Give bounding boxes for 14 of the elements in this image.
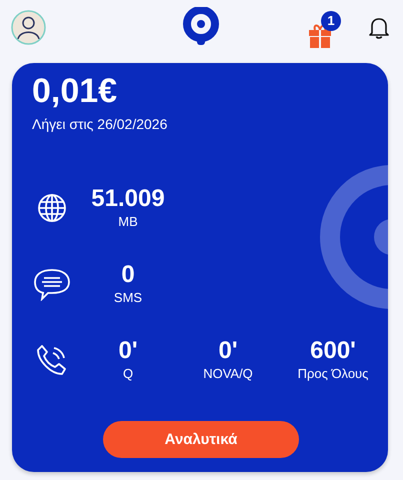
usage-value: 0 bbox=[121, 261, 135, 289]
usage-unit: Q bbox=[122, 365, 134, 383]
usage-value: 0' bbox=[218, 337, 238, 365]
notification-badge: 1 bbox=[321, 10, 341, 30]
usage-value: 51.009 bbox=[91, 185, 165, 213]
usage-value: 0' bbox=[118, 337, 138, 365]
usage-unit: SMS bbox=[114, 289, 142, 307]
usage-value: 600' bbox=[310, 337, 356, 365]
balance-amount: 0,01€ bbox=[32, 71, 118, 111]
details-button[interactable]: Αναλυτικά bbox=[103, 421, 299, 458]
usage-unit: Προς Όλους bbox=[298, 365, 368, 383]
usage-unit: MB bbox=[118, 213, 138, 231]
expiry-date: Λήγει στις 26/02/2026 bbox=[32, 115, 168, 133]
usage-unit: NOVA/Q bbox=[203, 365, 253, 383]
